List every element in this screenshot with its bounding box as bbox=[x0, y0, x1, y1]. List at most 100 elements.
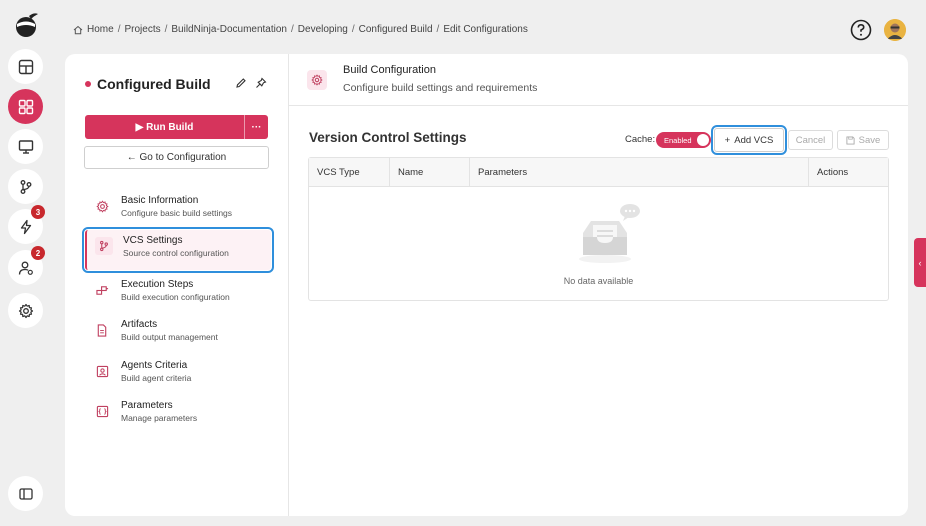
play-icon: ▶ bbox=[135, 121, 147, 133]
empty-state-text: No data available bbox=[563, 276, 634, 286]
toggle-knob bbox=[697, 134, 709, 146]
agents-count-badge: 2 bbox=[31, 246, 45, 260]
grid-icon bbox=[18, 99, 33, 114]
chevron-left-icon: ‹ bbox=[918, 257, 922, 268]
nav-title: Execution Steps bbox=[121, 279, 194, 290]
home-icon[interactable] bbox=[73, 25, 83, 35]
settings-icon bbox=[93, 197, 111, 215]
cache-toggle-label: Enabled bbox=[664, 135, 692, 145]
status-dot bbox=[85, 81, 91, 87]
nav-parameters[interactable]: Parameters Manage parameters bbox=[85, 395, 271, 435]
cache-label: Cache: bbox=[625, 134, 656, 145]
save-label: Save bbox=[858, 134, 881, 146]
side-drawer-toggle[interactable]: ‹ bbox=[914, 238, 926, 287]
run-build-main[interactable]: ▶ Run Build bbox=[85, 122, 244, 133]
pin-icon[interactable] bbox=[255, 77, 267, 89]
rail-dashboard-button[interactable] bbox=[8, 49, 43, 84]
run-build-label: Run Build bbox=[146, 121, 194, 133]
table-header: VCS Type Name Parameters Actions bbox=[309, 158, 888, 187]
config-title-text: Configured Build bbox=[97, 76, 211, 92]
steps-icon bbox=[93, 281, 111, 299]
breadcrumb-separator: / bbox=[351, 24, 355, 35]
nav-vcs-settings[interactable]: VCS Settings Source control configuration bbox=[82, 227, 274, 273]
rail-collapse-button[interactable] bbox=[8, 476, 43, 511]
cache-toggle[interactable]: Enabled bbox=[656, 132, 711, 148]
file-icon bbox=[93, 321, 111, 339]
nav-subtitle: Build output management bbox=[121, 332, 218, 342]
breadcrumb-separator: / bbox=[436, 24, 440, 35]
nav-title: Artifacts bbox=[121, 319, 158, 330]
nav-subtitle: Build agent criteria bbox=[121, 373, 192, 383]
content-header-title: Build Configuration bbox=[343, 64, 436, 76]
sidebar-toggle-icon bbox=[18, 487, 33, 500]
lightning-icon bbox=[20, 219, 31, 234]
cancel-button[interactable]: Cancel bbox=[788, 130, 833, 150]
breadcrumb-separator: / bbox=[117, 24, 121, 35]
dashboard-icon bbox=[18, 59, 33, 74]
config-sidebar: Configured Build ▶ Run Build ··· ← Go to… bbox=[65, 54, 289, 516]
nav-basic-information[interactable]: Basic Information Configure basic build s… bbox=[85, 190, 271, 230]
breadcrumb-home[interactable]: Home bbox=[87, 24, 114, 35]
nav-title: VCS Settings bbox=[123, 235, 183, 246]
rail-builds-button[interactable]: 3 bbox=[8, 205, 45, 244]
rail-monitor-button[interactable] bbox=[8, 129, 43, 164]
parameters-icon bbox=[93, 402, 111, 420]
builds-count-badge: 3 bbox=[31, 205, 45, 219]
rail-settings-button[interactable] bbox=[8, 293, 43, 328]
rail-agents-button[interactable]: 2 bbox=[8, 246, 45, 285]
rail-vcs-button[interactable] bbox=[8, 169, 43, 204]
breadcrumb-current: Edit Configurations bbox=[443, 24, 528, 35]
nav-subtitle: Source control configuration bbox=[123, 248, 229, 258]
run-build-more-button[interactable]: ··· bbox=[244, 115, 268, 139]
nav-title: Basic Information bbox=[121, 195, 199, 206]
build-config-gear-icon bbox=[307, 70, 327, 90]
breadcrumb-separator: / bbox=[164, 24, 168, 35]
go-to-configuration-button[interactable]: ← Go to Configuration bbox=[84, 146, 269, 169]
git-branch-icon bbox=[20, 179, 31, 194]
section-title: Version Control Settings bbox=[309, 130, 467, 145]
monitor-icon bbox=[18, 139, 33, 154]
nav-title: Agents Criteria bbox=[121, 360, 188, 371]
nav-subtitle: Configure basic build settings bbox=[121, 208, 233, 218]
more-dots-icon: ··· bbox=[251, 121, 262, 133]
column-header-parameters[interactable]: Parameters bbox=[470, 158, 809, 187]
edit-pencil-icon[interactable] bbox=[235, 77, 247, 89]
content-header-subtitle: Configure build settings and requirement… bbox=[343, 82, 538, 94]
breadcrumb: Home / Projects / BuildNinja-Documentati… bbox=[73, 24, 528, 35]
nav-artifacts[interactable]: Artifacts Build output management bbox=[85, 314, 271, 354]
ninja-logo-icon[interactable] bbox=[11, 10, 41, 40]
breadcrumb-subproject[interactable]: Developing bbox=[298, 24, 348, 35]
column-header-vcs-type[interactable]: VCS Type bbox=[309, 158, 390, 187]
save-disk-icon bbox=[846, 135, 855, 145]
content-header: Build Configuration Configure build sett… bbox=[289, 54, 908, 106]
column-header-name[interactable]: Name bbox=[390, 158, 470, 187]
nav-execution-steps[interactable]: Execution Steps Build execution configura… bbox=[85, 274, 271, 314]
nav-subtitle: Manage parameters bbox=[121, 413, 198, 423]
breadcrumb-project[interactable]: BuildNinja-Documentation bbox=[171, 24, 287, 35]
gear-icon bbox=[18, 303, 33, 318]
avatar-image-icon bbox=[884, 19, 906, 41]
nav-title: Parameters bbox=[121, 400, 173, 411]
icon-rail: 3 2 bbox=[0, 0, 52, 526]
user-settings-icon bbox=[18, 261, 33, 275]
run-build-button[interactable]: ▶ Run Build ··· bbox=[85, 115, 268, 139]
agent-icon bbox=[93, 362, 111, 380]
rail-projects-button[interactable] bbox=[8, 89, 43, 124]
branch-icon bbox=[95, 237, 113, 255]
add-vcs-button[interactable]: + Add VCS bbox=[711, 125, 787, 155]
empty-inbox-icon bbox=[579, 204, 640, 263]
nav-subtitle: Build execution configuration bbox=[121, 292, 230, 302]
vcs-table: VCS Type Name Parameters Actions No data… bbox=[308, 157, 889, 301]
breadcrumb-configuration[interactable]: Configured Build bbox=[359, 24, 433, 35]
user-avatar[interactable] bbox=[884, 19, 906, 41]
config-card: Configured Build ▶ Run Build ··· ← Go to… bbox=[65, 54, 908, 516]
add-vcs-label: Add VCS bbox=[734, 134, 774, 146]
breadcrumb-separator: / bbox=[291, 24, 294, 35]
config-title: Configured Build bbox=[85, 76, 211, 92]
save-button[interactable]: Save bbox=[837, 130, 889, 150]
breadcrumb-projects[interactable]: Projects bbox=[124, 24, 160, 35]
help-icon[interactable] bbox=[850, 19, 872, 41]
column-header-actions[interactable]: Actions bbox=[809, 158, 889, 187]
plus-icon: + bbox=[724, 134, 731, 146]
nav-agents-criteria[interactable]: Agents Criteria Build agent criteria bbox=[85, 355, 271, 395]
